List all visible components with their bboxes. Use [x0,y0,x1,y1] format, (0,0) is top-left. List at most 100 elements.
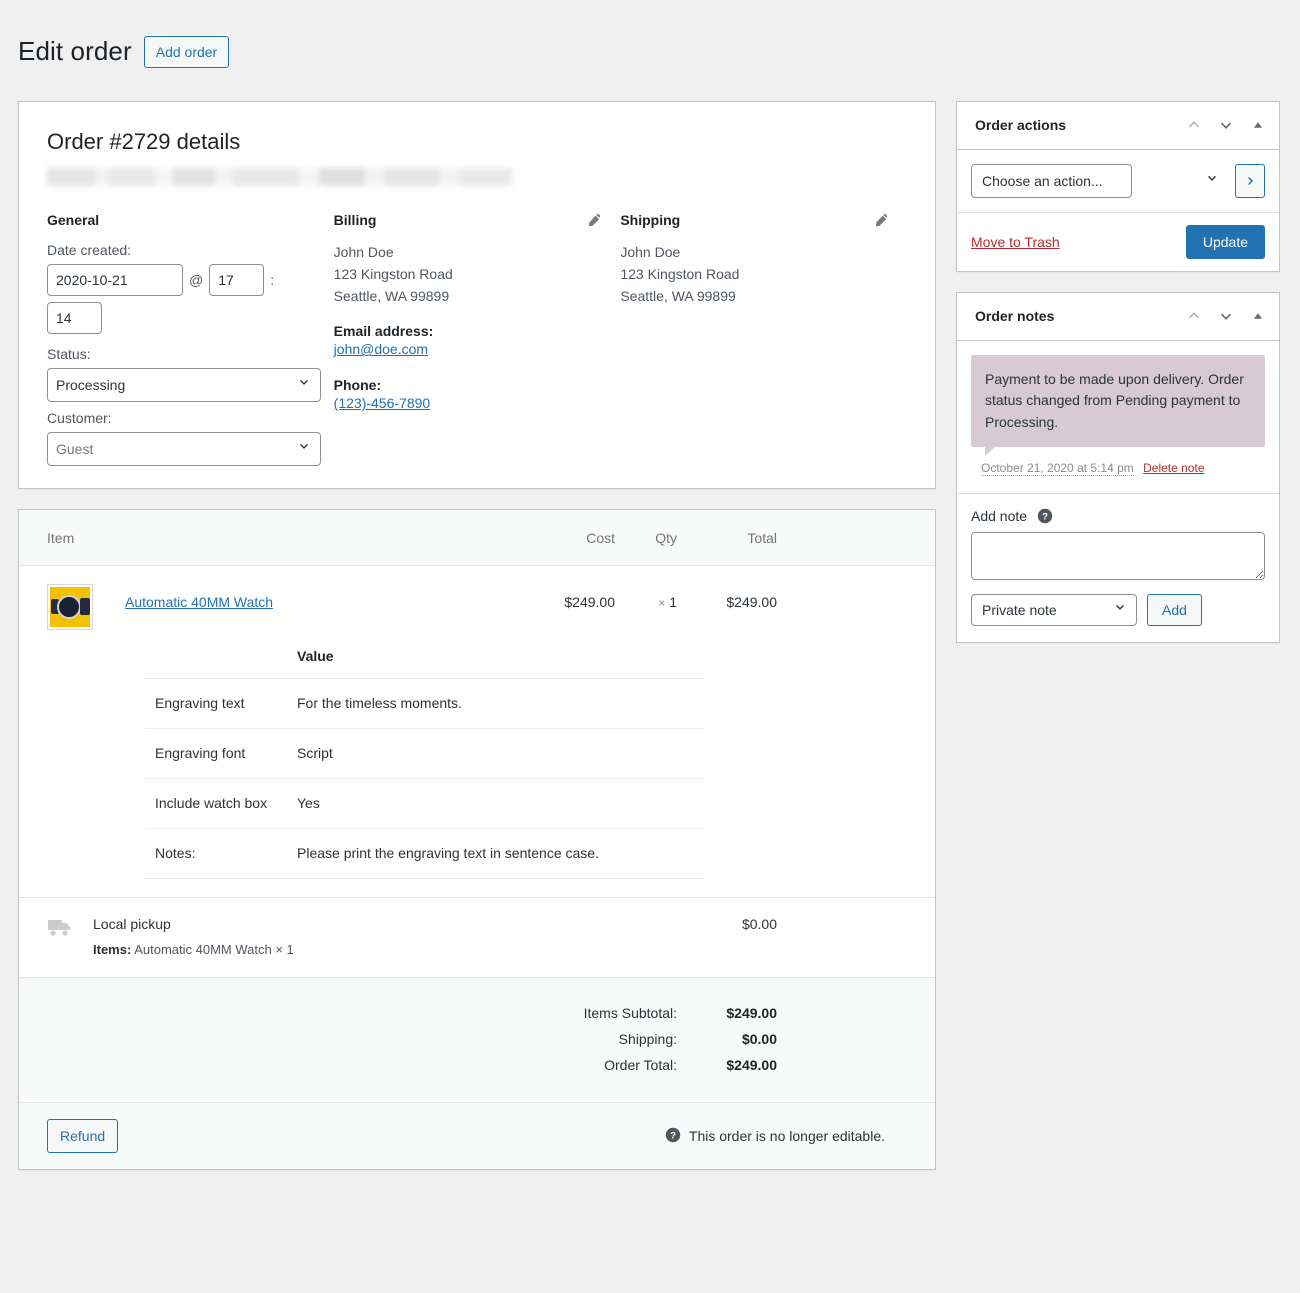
column-header-qty: Qty [655,529,677,546]
watch-product-image [50,587,90,628]
totals-value: $0.00 [741,1031,777,1048]
refund-button[interactable]: Refund [47,1119,119,1154]
column-header-total: Total [747,529,777,546]
totals-spacer [777,1026,907,1052]
hour-input[interactable] [209,264,265,297]
date-created-label: Date created: [47,242,132,259]
billing-email-link[interactable]: john@doe.com [334,341,428,357]
svg-text:?: ? [1042,511,1048,522]
totals-label: Items Subtotal: [583,1005,677,1022]
shipping-name: John Doe [620,244,681,261]
at-symbol: @ [189,272,204,289]
shipping-line-row: Local pickup Items: Automatic 40MM Watch… [19,897,935,977]
move-up-icon[interactable] [1185,116,1203,134]
meta-key: Include watch box [145,778,287,829]
order-actions-title: Order actions [975,117,1067,134]
totals-value: $249.00 [726,1057,777,1074]
toggle-panel-icon[interactable] [1249,116,1267,134]
line-item-meta-wrap: Value Engraving text For the timeless mo… [19,630,935,897]
panel-controls [1185,307,1267,325]
shipping-items-value: Automatic 40MM Watch × 1 [134,942,294,958]
order-action-select[interactable]: Choose an action... [971,163,1132,198]
move-up-icon[interactable] [1185,307,1203,325]
move-to-trash-link[interactable]: Move to Trash [971,234,1060,250]
shipping-address1: 123 Kingston Road [620,265,740,282]
billing-address1: 123 Kingston Road [333,265,453,282]
date-created-input[interactable] [47,264,183,297]
truck-icon [47,916,93,943]
order-notes-header: Order notes [957,293,1279,341]
help-icon[interactable]: ? [665,1127,681,1146]
move-down-icon[interactable] [1217,307,1235,325]
order-details-panel: Order #2729 details General Date created… [18,100,936,490]
totals-value: $249.00 [726,1005,777,1022]
page-title: Edit order [18,36,132,67]
order-edit-page: Edit order Add order Order #2729 details… [0,0,1300,1293]
meta-header-row: Value [145,640,705,679]
page-header: Edit order Add order [0,0,1300,101]
product-thumbnail [47,584,93,631]
delete-note-link[interactable]: Delete note [1143,461,1204,475]
order-notes-title: Order notes [975,308,1055,325]
billing-name: John Doe [333,244,394,261]
add-order-button[interactable]: Add order [143,36,230,69]
shipping-line-body: Local pickup Items: Automatic 40MM Watch… [93,916,677,957]
toggle-panel-icon[interactable] [1249,307,1267,325]
status-select[interactable]: Processing [47,368,321,403]
customer-select-wrap: Guest [47,432,321,467]
line-item-row: Automatic 40MM Watch $249.00 × 1 $249.00 [19,566,935,631]
add-note-button[interactable]: Add [1147,593,1202,626]
note-type-select-wrap: Private note [971,593,1137,626]
billing-phone-row: (123)-456-7890 [334,393,621,415]
not-editable-text: This order is no longer editable. [688,1128,885,1145]
billing-email-label: Email address: [333,323,434,340]
order-actions-footer: Move to Trash Update [957,211,1279,271]
add-note-textarea[interactable] [971,531,1265,580]
order-totals-table: Items Subtotal: $249.00 Shipping: $0.00 … [584,1000,907,1078]
update-button[interactable]: Update [1185,224,1265,259]
meta-value: For the timeless moments. [287,678,705,729]
table-row: Include watch box Yes [145,778,705,829]
line-item-spacer [777,584,907,630]
apply-action-button[interactable] [1235,163,1265,198]
order-columns: General Date created: @ : Status: [47,212,907,467]
billing-address2: Seattle, WA 99899 [333,287,450,304]
shipping-method-name: Local pickup [93,916,171,933]
product-name-link[interactable]: Automatic 40MM Watch [125,594,273,610]
line-item-left: Automatic 40MM Watch [47,584,519,631]
add-note-section: Add note ? Private note Add [957,494,1279,642]
note-type-select[interactable]: Private note [971,593,1137,626]
totals-label: Shipping: [618,1031,677,1048]
billing-phone-link[interactable]: (123)-456-7890 [334,395,431,411]
totals-row: Order Total: $249.00 [584,1052,907,1078]
qty-value: 1 [669,594,677,611]
shipping-line-cost: $0.00 [741,916,777,933]
meta-key: Notes: [145,828,287,880]
line-item-name-cell: Automatic 40MM Watch [125,584,519,630]
sidebar-column: Order actions Choose an action... Move t… [956,100,1280,663]
edit-billing-pencil-icon[interactable] [586,212,602,228]
meta-key: Engraving text [145,678,287,729]
date-created-fields: @ : [47,264,334,335]
totals-spacer [777,1000,907,1026]
colon-symbol: : [270,272,275,289]
items-table-header: Item Cost Qty Total [19,510,935,567]
shipping-column: Shipping John Doe 123 Kingston Road Seat… [620,212,907,466]
order-actions-header: Order actions [957,102,1279,150]
minute-input[interactable] [47,302,102,335]
billing-phone-label: Phone: [333,376,382,393]
meta-value-header: Value [297,648,334,665]
move-down-icon[interactable] [1217,116,1235,134]
edit-shipping-pencil-icon[interactable] [873,212,889,228]
totals-row: Items Subtotal: $249.00 [584,1000,907,1026]
order-totals-wrap: Items Subtotal: $249.00 Shipping: $0.00 … [19,977,935,1103]
table-row: Engraving text For the timeless moments. [145,678,705,729]
totals-spacer [777,1052,907,1078]
customer-select[interactable]: Guest [47,432,321,467]
billing-heading: Billing [333,212,377,229]
table-row: Notes: Please print the engraving text i… [145,828,705,880]
help-icon[interactable]: ? [1037,508,1053,524]
table-row: Engraving font Script [145,728,705,779]
column-header-item: Item [47,529,75,546]
qty-multiply-symbol: × [658,596,666,611]
